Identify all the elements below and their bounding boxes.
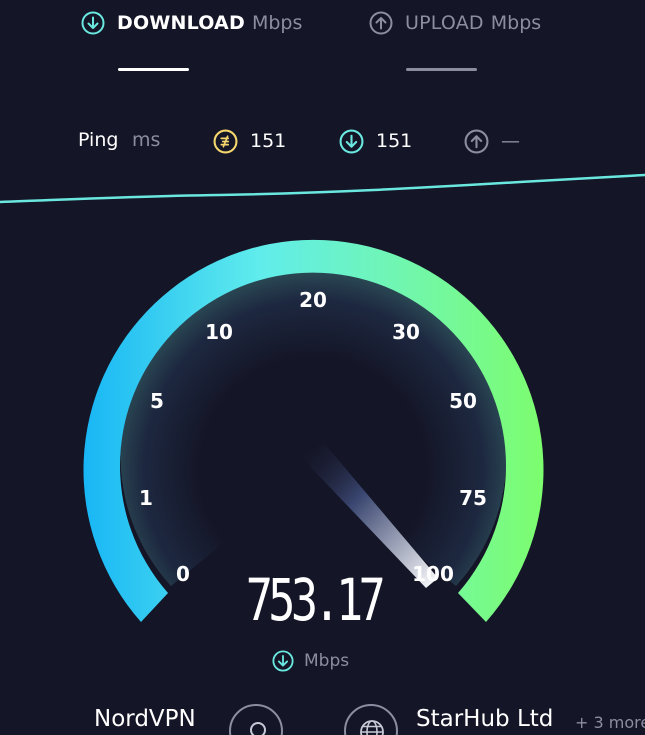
gauge-label-50: 50 (449, 389, 477, 413)
speed-unit-label: Mbps (304, 651, 350, 671)
tab-download[interactable]: DOWNLOAD Mbps (81, 8, 302, 38)
speedtest-page: DOWNLOAD Mbps UPLOAD Mbps Ping ms 151 15… (0, 0, 645, 735)
jitter-icon (213, 129, 238, 153)
server-button[interactable] (344, 704, 398, 735)
ping-download-value: 151 (376, 130, 413, 152)
gauge-label-30: 30 (392, 320, 420, 344)
ping-unit: ms (132, 129, 161, 151)
tab-upload-unit: Mbps (490, 12, 542, 34)
ping-label: Ping (78, 129, 119, 151)
tab-download-indicator (118, 68, 189, 71)
arrow-up-circle-icon (369, 11, 393, 35)
server-more-link[interactable]: + 3 more (575, 713, 645, 732)
gauge-label-20: 20 (299, 288, 327, 312)
globe-icon (360, 720, 384, 735)
ping-download: 151 (339, 126, 412, 156)
arrow-down-circle-icon (81, 11, 105, 35)
ping-row: Ping ms 151 151 — (0, 126, 645, 156)
arrow-down-circle-icon (339, 129, 364, 153)
arrow-down-circle-icon (272, 650, 294, 672)
gauge-label-10: 10 (205, 320, 233, 344)
tab-download-unit: Mbps (251, 12, 303, 34)
tab-upload-indicator (406, 68, 477, 71)
tab-download-title: DOWNLOAD (117, 12, 245, 34)
provider-name: NordVPN (94, 706, 196, 732)
gauge-label-5: 5 (150, 389, 164, 413)
ping-jitter: 151 (213, 126, 286, 156)
tab-upload-title: UPLOAD (405, 12, 484, 34)
speed-value: 753.17 (245, 566, 386, 634)
ping-jitter-value: 151 (250, 130, 287, 152)
arrow-up-circle-icon (464, 129, 489, 153)
ping-upload: — (464, 126, 520, 156)
ping-upload-value: — (501, 130, 520, 152)
server-name[interactable]: StarHub Ltd (416, 706, 553, 732)
provider-button[interactable] (229, 704, 283, 735)
speed-graph-line (0, 173, 645, 204)
tab-upload[interactable]: UPLOAD Mbps (369, 8, 541, 38)
speed-unit: Mbps (272, 650, 349, 672)
gauge-label-1: 1 (139, 486, 153, 510)
gauge-label-75: 75 (459, 486, 487, 510)
provider-dot-icon (250, 722, 266, 735)
